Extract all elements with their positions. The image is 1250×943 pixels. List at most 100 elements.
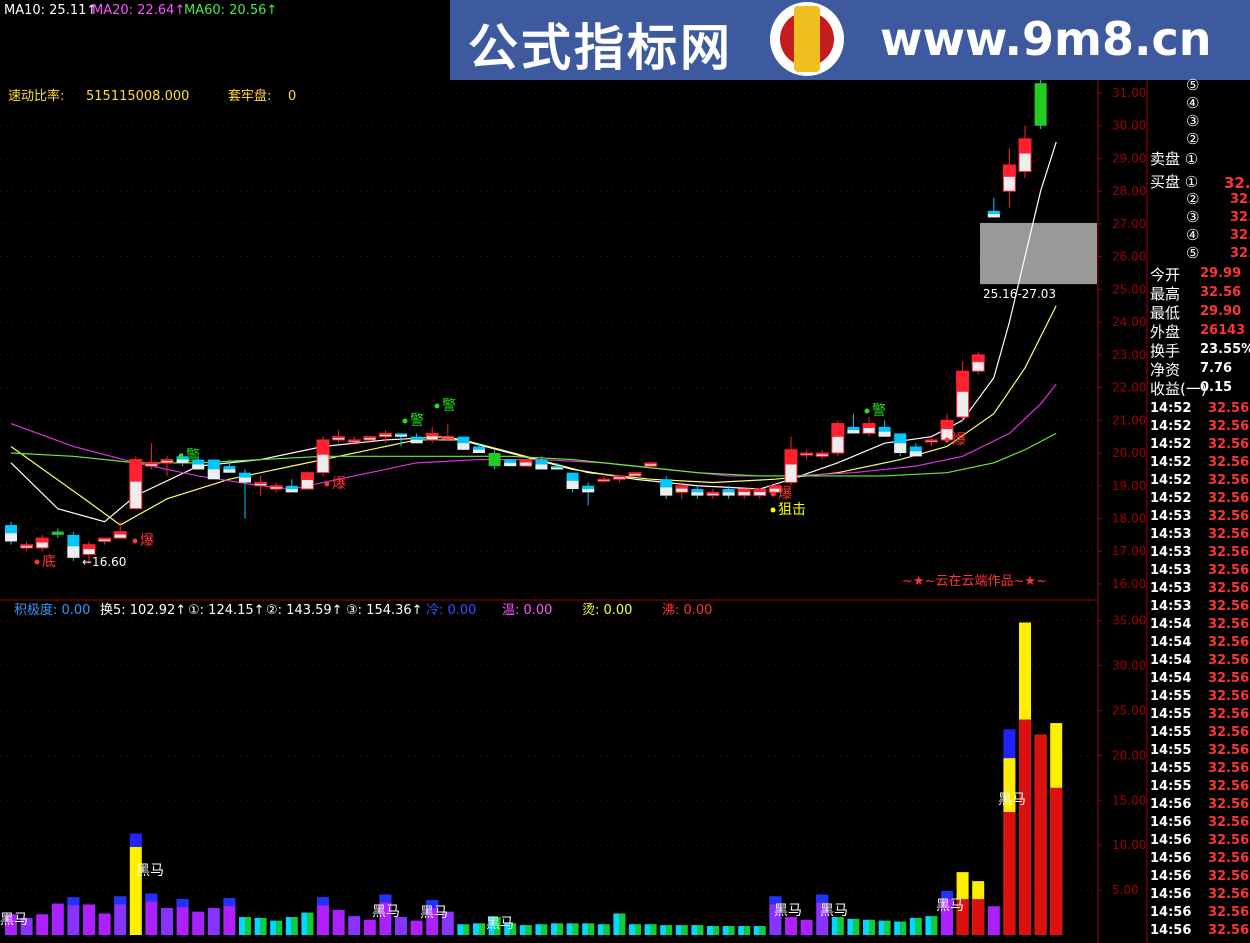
tick-price: 32.56 <box>1208 797 1250 812</box>
candle-body-shade <box>566 480 579 490</box>
candle-body-top <box>956 371 969 392</box>
candle-body-top <box>317 439 329 455</box>
candle-body-shade <box>909 451 922 457</box>
price-tick-label: 29.00 <box>1112 151 1146 165</box>
candle-body-top <box>863 423 875 428</box>
stat-value: 7.76 <box>1200 361 1233 376</box>
volume-bar-cool-b <box>853 918 860 935</box>
tick-time: 14:55 <box>1150 707 1192 722</box>
volume-bar-cool <box>629 924 635 935</box>
volume-bar-cool-b <box>884 920 891 935</box>
tick-price: 32.56 <box>1208 851 1250 866</box>
candle-body-top <box>675 485 688 489</box>
volume-bar-cool <box>644 924 651 935</box>
volume-bar-cool <box>254 917 261 935</box>
volume-bar-cool <box>675 925 682 935</box>
volume-bar-cool <box>285 917 292 935</box>
tick-price: 32.56 <box>1208 455 1250 470</box>
tick-price: 32.56 <box>1208 905 1250 920</box>
volume-tick-label: 30.00 <box>1112 659 1146 673</box>
volume-bar-cap <box>317 897 329 906</box>
ma-line-0 <box>10 141 1057 523</box>
huan5-label: 换5: 102.92↑ <box>100 603 187 618</box>
trap-value: 0 <box>288 89 297 104</box>
volume-bar-cool-b <box>931 916 938 935</box>
volume-bar-cool-b <box>307 912 314 935</box>
warn-marker-dot <box>402 418 408 424</box>
tick-price: 32.56 <box>1208 761 1250 776</box>
volume-tick-label: 5.00 <box>1112 883 1139 897</box>
tick-price: 32.56 <box>1208 599 1250 614</box>
candle-body-shade <box>660 487 673 496</box>
volume-bar-cool <box>925 916 932 935</box>
volume-bar-cap <box>379 894 392 903</box>
volume-bar-cool <box>863 919 869 935</box>
candle-body-shade <box>535 464 548 470</box>
tick-price: 32.56 <box>1208 869 1250 884</box>
snipe-marker-dot <box>770 507 776 513</box>
candle-body-top <box>816 453 829 455</box>
volume-bar-cool <box>613 913 620 935</box>
tick-price: 32.56 <box>1208 509 1250 524</box>
dark-horse-label: 黑马 <box>774 903 802 919</box>
stock-chart-screen: 16.00 17.00 18.00 19.00 20.00 21.00 22.00 23.00… <box>0 0 1250 943</box>
price-tick-label: 19.00 <box>1112 479 1146 493</box>
tick-price: 32.56 <box>1208 617 1250 632</box>
candle-body-top <box>270 485 283 488</box>
volume-bar-cap <box>114 896 127 905</box>
volume-bar-cool-b <box>572 923 579 935</box>
volume-bar-red <box>1003 811 1016 935</box>
dark-horse-label: 黑马 <box>372 904 400 920</box>
volume-tick-label: 35.00 <box>1112 614 1146 628</box>
tick-time: 14:56 <box>1150 797 1192 812</box>
candle-body-top <box>379 433 392 435</box>
buy-price: 32. <box>1224 174 1250 192</box>
candle-body-shade <box>285 489 298 493</box>
tick-price: 32.56 <box>1208 581 1250 596</box>
volume-tick-label: 20.00 <box>1112 748 1146 762</box>
buy-price: 32. <box>1230 246 1250 261</box>
chart-canvas[interactable]: 16.00 17.00 18.00 19.00 20.00 21.00 22.00 23.00… <box>0 0 1250 943</box>
warn-marker-dot <box>864 408 870 414</box>
candle-body-top <box>83 544 95 550</box>
tick-time: 14:56 <box>1150 905 1192 920</box>
volume-bar <box>348 916 361 935</box>
candle-body-top <box>36 538 49 543</box>
burst-marker-dot <box>132 538 138 544</box>
range-label: 25.16-27.03 <box>983 287 1057 301</box>
tick-time: 14:56 <box>1150 887 1192 902</box>
volume-bar-cap <box>176 899 189 908</box>
volume-bar-cool <box>551 923 557 935</box>
resistance-zone <box>980 222 1097 285</box>
volume-bar <box>785 917 797 935</box>
volume-tick-label: 10.00 <box>1112 838 1146 852</box>
buy-level: ③ <box>1186 208 1200 226</box>
tick-time: 14:53 <box>1150 527 1192 542</box>
candle-body-top <box>114 531 127 535</box>
volume-bar-cool-b <box>463 924 470 935</box>
volume-bar <box>161 908 173 935</box>
tick-time: 14:52 <box>1150 491 1192 506</box>
buy-level: ④ <box>1186 226 1200 244</box>
candle-body-top <box>613 475 626 478</box>
volume-bar-cool <box>753 926 760 935</box>
candle-body-top <box>831 423 844 437</box>
candle-body-shade <box>504 462 517 467</box>
candle-body-top <box>254 482 267 484</box>
stat-label: 换手 <box>1150 342 1181 360</box>
volume-bar-cool-b <box>869 919 875 935</box>
tick-time: 14:56 <box>1150 815 1192 830</box>
volume-bar-cool-b <box>619 913 626 935</box>
sell-level: ③ <box>1186 112 1200 130</box>
candle-body-shade <box>223 469 236 473</box>
volume-bar-cool-b <box>650 924 657 935</box>
volume-bar-cool <box>894 921 901 935</box>
volume-bar-cool <box>301 912 308 935</box>
candle-body-top <box>363 436 376 439</box>
volume-bar-cool-b <box>728 926 735 935</box>
volume-bar-cool <box>566 923 573 935</box>
candle-body-shade <box>878 431 891 437</box>
volume-bar-cool-b <box>557 923 563 935</box>
price-tick-label: 16.00 <box>1112 577 1146 591</box>
stat-value: 26143 <box>1200 323 1246 338</box>
